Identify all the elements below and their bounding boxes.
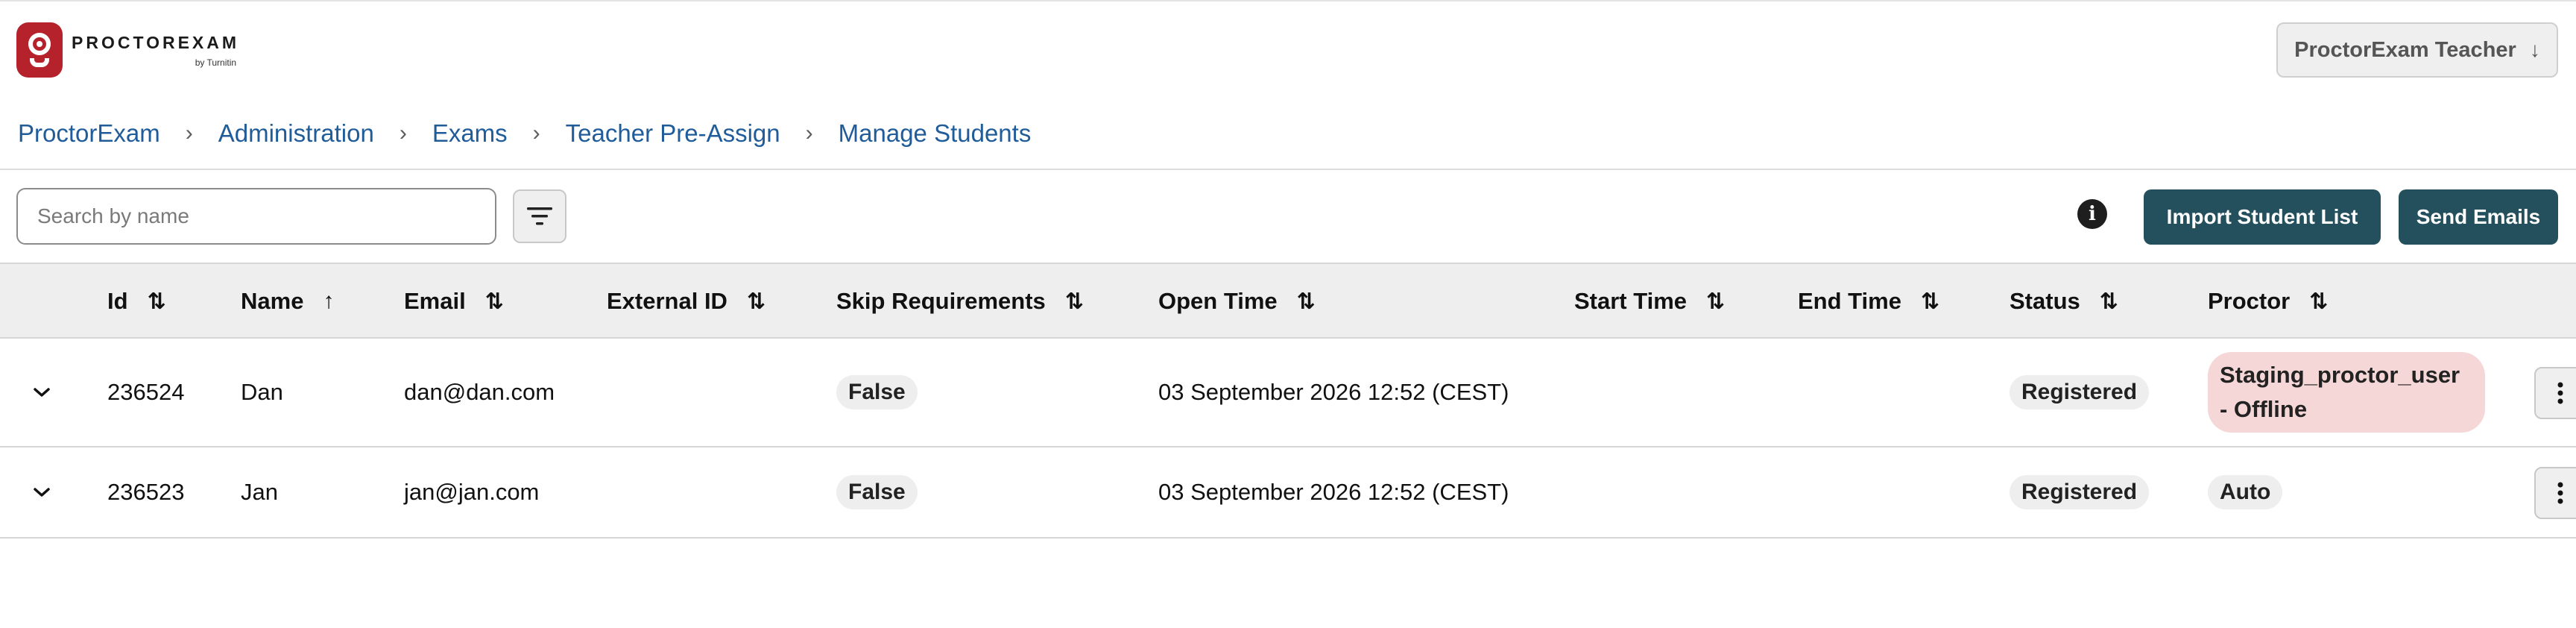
cell-id: 236524 xyxy=(107,379,185,405)
kebab-menu-icon xyxy=(2557,382,2563,404)
breadcrumb: ProctorExam › Administration › Exams › T… xyxy=(18,115,1031,152)
skip-requirements-badge: False xyxy=(836,475,918,509)
row-menu-button[interactable] xyxy=(2534,367,2576,419)
sort-icon[interactable]: ⇅ xyxy=(747,289,765,315)
sort-icon[interactable]: ⇅ xyxy=(2100,289,2118,315)
user-menu-button[interactable]: ProctorExam Teacher ↓ xyxy=(2276,22,2558,78)
sort-icon[interactable]: ⇅ xyxy=(1065,289,1084,315)
column-label: End Time xyxy=(1798,288,1901,314)
column-header-name[interactable]: Name ↑ xyxy=(241,264,334,339)
cell-open-time: 03 September 2026 12:52 (CEST) xyxy=(1158,479,1509,505)
cell-skip-requirements: False xyxy=(836,339,918,446)
proctor-badge: Auto xyxy=(2208,475,2283,509)
breadcrumb-item-administration[interactable]: Administration xyxy=(218,119,374,148)
filter-icon xyxy=(527,207,552,225)
column-label: Id xyxy=(107,288,128,314)
logo[interactable]: PROCTOREXAM by Turnitin xyxy=(16,22,239,78)
sort-icon[interactable]: ⇅ xyxy=(1921,289,1939,315)
breadcrumb-separator-icon: › xyxy=(185,121,193,145)
column-label: Status xyxy=(2010,288,2080,314)
column-header-skip-requirements[interactable]: Skip Requirements ⇅ xyxy=(836,264,1084,339)
sort-icon[interactable]: ⇅ xyxy=(485,289,504,315)
breadcrumb-item-manage-students[interactable]: Manage Students xyxy=(839,119,1032,148)
chevron-down-icon xyxy=(34,388,50,397)
breadcrumb-item-proctorexam[interactable]: ProctorExam xyxy=(18,119,160,148)
cell-email: jan@jan.com xyxy=(404,479,540,505)
sort-icon[interactable]: ⇅ xyxy=(148,289,166,315)
column-header-id[interactable]: Id ⇅ xyxy=(107,264,166,339)
import-student-list-button[interactable]: Import Student List xyxy=(2144,189,2381,245)
arrow-down-icon: ↓ xyxy=(2529,38,2540,61)
cell-open-time: 03 September 2026 12:52 (CEST) xyxy=(1158,379,1509,405)
breadcrumb-separator-icon: › xyxy=(532,121,540,145)
sort-ascending-icon[interactable]: ↑ xyxy=(323,289,334,314)
skip-requirements-badge: False xyxy=(836,375,918,409)
column-label: Proctor xyxy=(2208,288,2291,314)
column-header-open-time[interactable]: Open Time ⇅ xyxy=(1158,264,1316,339)
expand-row-button[interactable] xyxy=(27,448,57,537)
app-root: PROCTOREXAM by Turnitin ProctorExam Teac… xyxy=(0,0,2576,628)
cell-id: 236523 xyxy=(107,479,185,505)
cell-proctor: Staging_proctor_user - Offline xyxy=(2208,339,2485,446)
sort-icon[interactable]: ⇅ xyxy=(1297,289,1316,315)
column-header-external-id[interactable]: External ID ⇅ xyxy=(607,264,765,339)
cell-name: Dan xyxy=(241,379,283,405)
row-menu-button[interactable] xyxy=(2534,467,2576,519)
table-row: 236524 Dan dan@dan.com False 03 Septembe… xyxy=(0,339,2576,448)
logo-text: PROCTOREXAM by Turnitin xyxy=(72,33,239,68)
proctorexam-logo-icon xyxy=(16,22,63,78)
column-header-proctor[interactable]: Proctor ⇅ xyxy=(2208,264,2328,339)
column-label: Start Time xyxy=(1574,288,1688,314)
send-emails-button[interactable]: Send Emails xyxy=(2399,189,2558,245)
column-label: External ID xyxy=(607,288,727,314)
column-label: Skip Requirements xyxy=(836,288,1046,314)
cell-status: Registered xyxy=(2010,448,2150,537)
column-header-end-time[interactable]: End Time ⇅ xyxy=(1798,264,1939,339)
breadcrumb-separator-icon: › xyxy=(399,121,407,145)
status-badge: Registered xyxy=(2010,475,2150,509)
breadcrumb-item-exams[interactable]: Exams xyxy=(432,119,508,148)
user-menu-label: ProctorExam Teacher xyxy=(2294,37,2516,62)
cell-status: Registered xyxy=(2010,339,2150,446)
expand-row-button[interactable] xyxy=(27,339,57,446)
chevron-down-icon xyxy=(34,488,50,497)
search-input[interactable] xyxy=(16,188,496,245)
column-header-start-time[interactable]: Start Time ⇅ xyxy=(1574,264,1725,339)
filter-button[interactable] xyxy=(513,189,566,243)
table-header: Id ⇅ Name ↑ Email ⇅ External ID ⇅ Skip R… xyxy=(0,263,2576,339)
logo-brand: PROCTOREXAM xyxy=(72,32,240,52)
column-label: Email xyxy=(404,288,466,314)
status-badge: Registered xyxy=(2010,375,2150,409)
breadcrumb-item-teacher-pre-assign[interactable]: Teacher Pre-Assign xyxy=(566,119,780,148)
column-header-status[interactable]: Status ⇅ xyxy=(2010,264,2118,339)
proctor-badge: Staging_proctor_user - Offline xyxy=(2208,352,2485,433)
header-divider xyxy=(0,169,2576,170)
column-label: Open Time xyxy=(1158,288,1278,314)
header: PROCTOREXAM by Turnitin ProctorExam Teac… xyxy=(0,1,2576,91)
sort-icon[interactable]: ⇅ xyxy=(2309,289,2328,315)
column-header-email[interactable]: Email ⇅ xyxy=(404,264,504,339)
column-label: Name xyxy=(241,288,304,314)
kebab-menu-icon xyxy=(2557,482,2563,504)
cell-skip-requirements: False xyxy=(836,448,918,537)
breadcrumb-separator-icon: › xyxy=(805,121,813,145)
cell-name: Jan xyxy=(241,479,278,505)
table-row: 236523 Jan jan@jan.com False 03 Septembe… xyxy=(0,448,2576,538)
info-icon[interactable]: i xyxy=(2077,199,2107,229)
logo-sub: by Turnitin xyxy=(195,57,237,68)
cell-email: dan@dan.com xyxy=(404,379,555,405)
sort-icon[interactable]: ⇅ xyxy=(1706,289,1725,315)
cell-proctor: Auto xyxy=(2208,448,2283,537)
